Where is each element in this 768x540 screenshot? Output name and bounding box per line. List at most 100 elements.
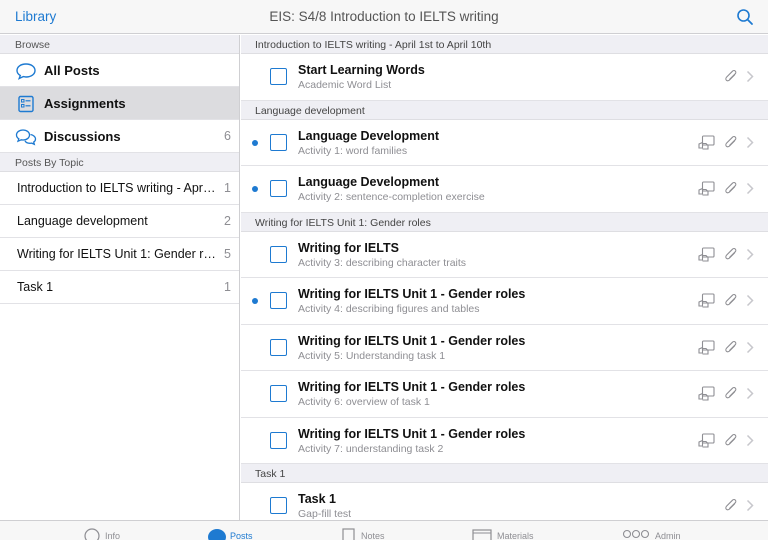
post-title: Writing for IELTS Unit 1 - Gender roles — [298, 426, 526, 441]
tab-info[interactable]: Info — [105, 531, 120, 540]
sidebar-item-assignments[interactable]: Assignments — [0, 87, 239, 120]
materials-icon[interactable] — [472, 528, 492, 540]
admin-icon[interactable] — [622, 528, 650, 540]
topic-count: 5 — [224, 247, 231, 261]
assignment-icon — [698, 246, 715, 262]
browse-header: Browse — [0, 35, 239, 54]
paperclip-icon[interactable] — [725, 293, 737, 308]
list-item[interactable]: Language Development Activity 2: sentence… — [241, 166, 768, 213]
list-item[interactable]: Writing for IELTS Activity 3: describing … — [241, 231, 768, 278]
list-item[interactable]: Writing for IELTS Unit 1 - Gender roles A… — [241, 324, 768, 371]
chevron-right-icon[interactable] — [746, 70, 754, 83]
sidebar-item-discussions[interactable]: Discussions 6 — [0, 120, 239, 153]
navigation-bar: Library EIS: S4/8 Introduction to IELTS … — [0, 0, 768, 34]
paperclip-icon[interactable] — [725, 386, 737, 401]
chevron-right-icon[interactable] — [746, 182, 754, 195]
completion-checkbox[interactable] — [270, 180, 287, 197]
topic-count: 1 — [224, 280, 231, 294]
topic-item-language-development[interactable]: Language development 2 — [0, 205, 239, 238]
tab-materials[interactable]: Materials — [497, 531, 534, 540]
post-title: Start Learning Words — [298, 63, 425, 77]
assignment-icon — [698, 339, 715, 355]
paperclip-icon[interactable] — [725, 69, 737, 84]
post-subtitle: Activity 5: Understanding task 1 — [298, 349, 446, 362]
assignment-list-icon — [18, 95, 34, 113]
assignment-icon — [698, 134, 715, 150]
posts-list: Introduction to IELTS writing - April 1s… — [241, 35, 768, 520]
tab-admin[interactable]: Admin — [655, 531, 681, 540]
chevron-right-icon[interactable] — [746, 499, 754, 512]
search-icon[interactable] — [736, 8, 754, 26]
sidebar-item-all-posts[interactable]: All Posts — [0, 54, 239, 87]
post-subtitle: Activity 2: sentence-completion exercise — [298, 191, 485, 203]
post-title: Writing for IELTS Unit 1 - Gender roles — [298, 380, 526, 394]
post-subtitle: Academic Word List — [298, 79, 392, 91]
completion-checkbox[interactable] — [270, 338, 287, 356]
chevron-right-icon[interactable] — [746, 434, 754, 447]
post-title: Language Development — [298, 128, 439, 143]
topic-item-task-1[interactable]: Task 1 1 — [0, 271, 239, 304]
section-header: Task 1 — [241, 464, 768, 483]
chevron-right-icon[interactable] — [746, 294, 754, 307]
list-item[interactable]: Writing for IELTS Unit 1 - Gender roles A… — [241, 278, 768, 325]
info-icon[interactable] — [84, 528, 100, 540]
speech-bubble-icon — [16, 63, 36, 80]
topic-label: Language development — [17, 214, 148, 228]
tab-notes[interactable]: Notes — [361, 531, 385, 540]
post-title: Writing for IELTS — [298, 240, 399, 255]
topic-count: 2 — [224, 214, 231, 228]
unread-dot — [252, 139, 258, 146]
sidebar-item-label: Discussions — [44, 129, 121, 144]
completion-checkbox[interactable] — [270, 245, 287, 263]
topic-item-introduction[interactable]: Introduction to IELTS writing - April 1s… — [0, 172, 239, 205]
post-title: Writing for IELTS Unit 1 - Gender roles — [298, 333, 526, 348]
discussions-count: 6 — [224, 129, 231, 143]
paperclip-icon[interactable] — [725, 181, 737, 196]
list-item[interactable]: Start Learning Words Academic Word List — [241, 54, 768, 101]
discussion-bubbles-icon — [15, 129, 37, 146]
tab-posts[interactable]: Posts — [230, 531, 253, 540]
topic-label: Writing for IELTS Unit 1: Gender roles — [17, 247, 217, 261]
topic-item-gender-roles[interactable]: Writing for IELTS Unit 1: Gender roles 5 — [0, 238, 239, 271]
completion-checkbox[interactable] — [270, 497, 287, 514]
completion-checkbox[interactable] — [270, 133, 287, 151]
list-item[interactable]: Writing for IELTS Unit 1 - Gender roles A… — [241, 417, 768, 464]
notes-icon[interactable] — [342, 528, 356, 540]
list-item[interactable]: Writing for IELTS Unit 1 - Gender roles A… — [241, 371, 768, 418]
post-subtitle: Activity 4: describing figures and table… — [298, 303, 480, 315]
post-subtitle: Activity 7: understanding task 2 — [298, 442, 444, 455]
completion-checkbox[interactable] — [270, 385, 287, 402]
paperclip-icon[interactable] — [725, 247, 737, 262]
post-subtitle: Activity 6: overview of task 1 — [298, 396, 430, 408]
section-header: Introduction to IELTS writing - April 1s… — [241, 35, 768, 54]
list-item[interactable]: Language Development Activity 1: word fam… — [241, 119, 768, 166]
paperclip-icon[interactable] — [725, 340, 737, 355]
topic-label: Task 1 — [17, 280, 54, 294]
assignment-icon — [698, 181, 715, 196]
post-title: Language Development — [298, 175, 439, 189]
completion-checkbox[interactable] — [270, 431, 287, 449]
list-item[interactable]: Task 1 Gap-fill test — [241, 483, 768, 520]
completion-checkbox[interactable] — [270, 292, 287, 309]
post-subtitle: Gap-fill test — [298, 508, 352, 520]
section-header: Writing for IELTS Unit 1: Gender roles — [241, 212, 768, 232]
topic-label: Introduction to IELTS writing - April 1s… — [17, 181, 217, 195]
post-title: Writing for IELTS Unit 1 - Gender roles — [298, 287, 526, 301]
paperclip-icon[interactable] — [725, 498, 737, 513]
chevron-right-icon[interactable] — [746, 248, 754, 261]
chevron-right-icon[interactable] — [746, 136, 754, 149]
completion-checkbox[interactable] — [270, 68, 287, 85]
tab-bar: Info Posts Notes Materials Admin — [0, 520, 768, 540]
assignment-icon — [698, 386, 715, 401]
page-title: EIS: S4/8 Introduction to IELTS writing — [269, 9, 499, 24]
post-subtitle: Activity 3: describing character traits — [298, 256, 467, 269]
posts-by-topic-header: Posts By Topic — [0, 153, 239, 172]
posts-icon[interactable] — [207, 528, 227, 540]
paperclip-icon[interactable] — [725, 135, 737, 150]
assignment-icon — [698, 293, 715, 308]
unread-dot — [252, 186, 258, 192]
section-header: Language development — [241, 100, 768, 120]
paperclip-icon[interactable] — [725, 433, 737, 448]
chevron-right-icon[interactable] — [746, 387, 754, 400]
chevron-right-icon[interactable] — [746, 341, 754, 354]
